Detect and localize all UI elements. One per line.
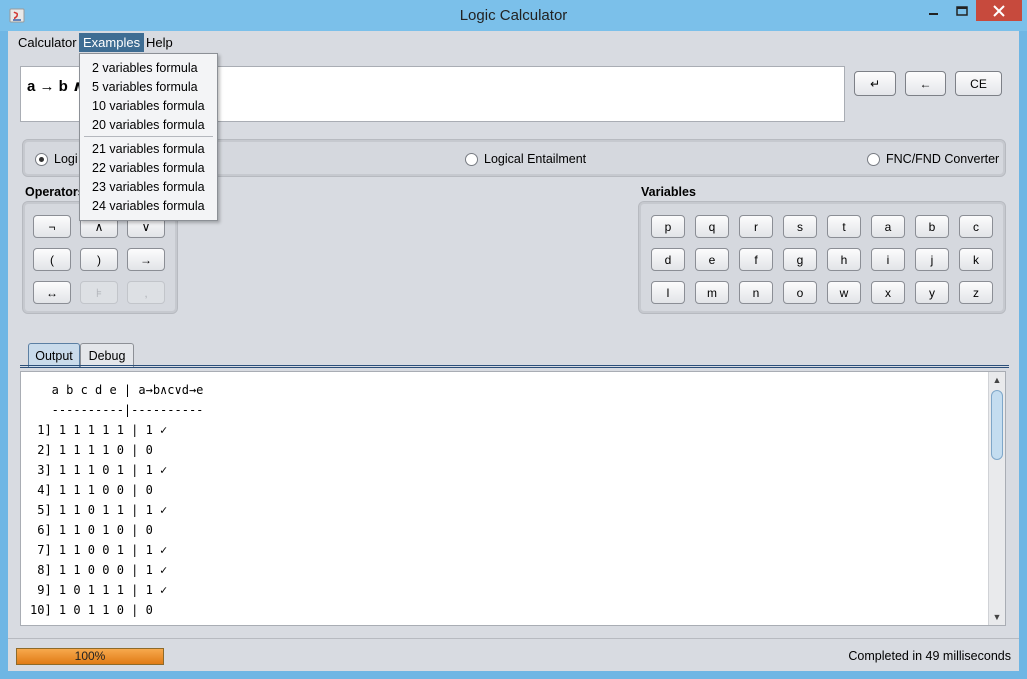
op-comma-key[interactable]: , — [127, 281, 165, 304]
variable-key-g[interactable]: g — [783, 248, 817, 271]
output-line: ----------|---------- — [30, 403, 204, 417]
variable-key-y[interactable]: y — [915, 281, 949, 304]
minimize-button[interactable] — [920, 0, 948, 22]
variable-key-f[interactable]: f — [739, 248, 773, 271]
radio-unselected-icon — [465, 152, 478, 166]
output-line: 2] 1 1 1 1 0 | 0 — [30, 443, 153, 457]
output-line: 7] 1 1 0 0 1 | 1 ✓ — [30, 543, 168, 557]
truth-table: a b c d e | a→b∧c∨d→e ----------|-------… — [30, 380, 203, 620]
examples-dropdown: 2 variables formula 5 variables formula … — [79, 53, 218, 221]
variable-key-j[interactable]: j — [915, 248, 949, 271]
example-item[interactable]: 5 variables formula — [80, 78, 217, 97]
variable-key-t[interactable]: t — [827, 215, 861, 238]
variable-key-o[interactable]: o — [783, 281, 817, 304]
op-iff-key[interactable]: ↔ — [33, 281, 71, 304]
mode-entailment-label: Logical Entailment — [484, 152, 587, 166]
enter-button[interactable]: ↵ — [854, 71, 896, 96]
variable-key-c[interactable]: c — [959, 215, 993, 238]
op-entails-key[interactable]: ⊧ — [80, 281, 118, 304]
scroll-up-icon[interactable]: ▲ — [989, 372, 1005, 388]
variable-key-e[interactable]: e — [695, 248, 729, 271]
variable-key-b[interactable]: b — [915, 215, 949, 238]
op-open-paren-key[interactable]: ( — [33, 248, 71, 271]
tab-divider — [20, 365, 1009, 368]
mode-converter-label: FNC/FND Converter — [886, 152, 1000, 166]
menu-calculator[interactable]: Calculator — [14, 33, 81, 52]
variable-key-z[interactable]: z — [959, 281, 993, 304]
output-line: 8] 1 1 0 0 0 | 1 ✓ — [30, 563, 168, 577]
output-line: 6] 1 1 0 1 0 | 0 — [30, 523, 153, 537]
op-implies-key[interactable]: → — [127, 248, 165, 271]
mode-logic-label: Logi — [54, 152, 78, 166]
maximize-icon — [956, 6, 968, 16]
output-line: 5] 1 1 0 1 1 | 1 ✓ — [30, 503, 168, 517]
variable-key-s[interactable]: s — [783, 215, 817, 238]
status-message: Completed in 49 milliseconds — [848, 649, 1011, 663]
variable-key-a[interactable]: a — [871, 215, 905, 238]
backspace-button[interactable]: ← — [905, 71, 946, 96]
tab-output[interactable]: Output — [28, 343, 80, 367]
menu-separator — [84, 136, 213, 137]
close-button[interactable] — [976, 0, 1022, 21]
menu-examples[interactable]: Examples — [79, 33, 145, 52]
radio-selected-icon — [35, 152, 48, 166]
variable-key-d[interactable]: d — [651, 248, 685, 271]
variable-key-h[interactable]: h — [827, 248, 861, 271]
maximize-button[interactable] — [948, 0, 976, 22]
variable-key-l[interactable]: l — [651, 281, 685, 304]
variables-label: Variables — [641, 185, 696, 199]
tab-debug[interactable]: Debug — [80, 343, 134, 367]
example-item[interactable]: 2 variables formula — [80, 59, 217, 78]
operators-label: Operators — [25, 185, 85, 199]
variables-panel: pqrstabc defghijk lmnowxyz — [638, 201, 1006, 314]
formula-text: a → b ∧ — [27, 78, 85, 95]
mode-logic-radio[interactable]: Logi — [35, 152, 78, 166]
output-line: a b c d e | a→b∧c∨d→e — [30, 383, 204, 397]
output-line: 1] 1 1 1 1 1 | 1 ✓ — [30, 423, 168, 437]
variable-key-x[interactable]: x — [871, 281, 905, 304]
example-item[interactable]: 24 variables formula — [80, 197, 217, 216]
menu-help[interactable]: Help — [142, 33, 177, 52]
progress-label: 100% — [74, 649, 106, 663]
mode-entailment-radio[interactable]: Logical Entailment — [465, 152, 586, 166]
variable-key-k[interactable]: k — [959, 248, 993, 271]
example-item[interactable]: 20 variables formula — [80, 116, 217, 135]
example-item[interactable]: 10 variables formula — [80, 97, 217, 116]
clear-entry-button[interactable]: CE — [955, 71, 1002, 96]
op-not-key[interactable]: ¬ — [33, 215, 71, 238]
close-icon — [993, 4, 1005, 17]
progress-bar: 100% — [16, 648, 164, 665]
variable-key-r[interactable]: r — [739, 215, 773, 238]
mode-converter-radio[interactable]: FNC/FND Converter — [867, 152, 999, 166]
output-line: 3] 1 1 1 0 1 | 1 ✓ — [30, 463, 168, 477]
output-line: 4] 1 1 1 0 0 | 0 — [30, 483, 153, 497]
menu-bar: Calculator Examples Help — [8, 31, 1019, 53]
status-bar: 100% Completed in 49 milliseconds — [8, 638, 1019, 671]
variable-key-p[interactable]: p — [651, 215, 685, 238]
variable-key-w[interactable]: w — [827, 281, 861, 304]
vertical-scrollbar[interactable]: ▲ ▼ — [988, 372, 1005, 625]
minimize-icon — [929, 13, 938, 15]
variable-key-n[interactable]: n — [739, 281, 773, 304]
scrollbar-thumb[interactable] — [991, 390, 1003, 460]
scroll-down-icon[interactable]: ▼ — [989, 609, 1005, 625]
example-item[interactable]: 21 variables formula — [80, 140, 217, 159]
output-area[interactable]: a b c d e | a→b∧c∨d→e ----------|-------… — [20, 371, 1006, 626]
variable-key-m[interactable]: m — [695, 281, 729, 304]
variable-key-q[interactable]: q — [695, 215, 729, 238]
example-item[interactable]: 22 variables formula — [80, 159, 217, 178]
output-line: 9] 1 0 1 1 1 | 1 ✓ — [30, 583, 168, 597]
op-close-paren-key[interactable]: ) — [80, 248, 118, 271]
output-line: 10] 1 0 1 1 0 | 0 — [30, 603, 153, 617]
variable-key-i[interactable]: i — [871, 248, 905, 271]
example-item[interactable]: 23 variables formula — [80, 178, 217, 197]
title-bar: Logic Calculator — [0, 0, 1027, 31]
radio-unselected-icon — [867, 152, 880, 166]
window-title: Logic Calculator — [459, 7, 568, 24]
